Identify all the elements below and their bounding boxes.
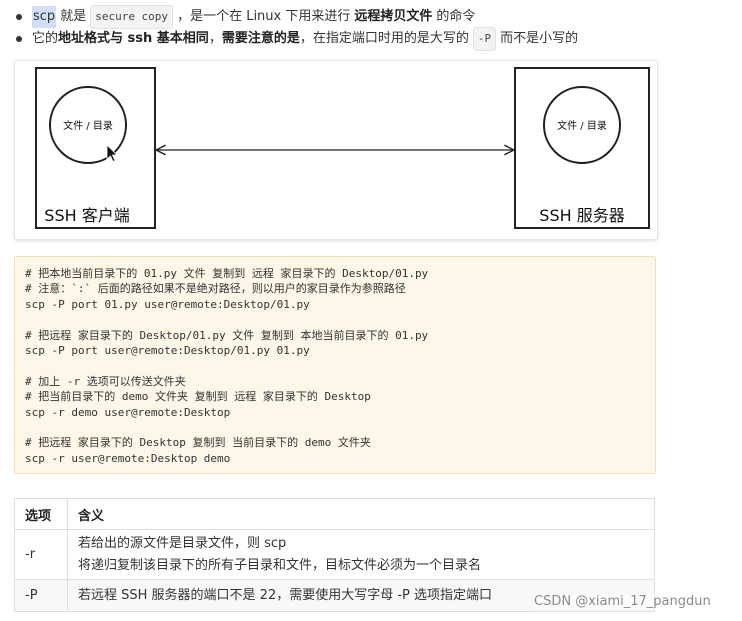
- bullet-bold: 远程拷贝文件: [354, 9, 433, 24]
- bullet-item-address-format: 它的 地址格式与 ssh 基本相同 ， 需要注意的是 ，在指定端口时用的是大写的…: [14, 27, 579, 51]
- code-line: # 加上 -r 选项可以传送文件夹: [25, 374, 186, 388]
- code-line: # 把远程 家目录下的 Desktop 复制到 当前目录下的 demo 文件夹: [25, 436, 371, 450]
- code-lines: # 把本地当前目录下的 01.py 文件 复制到 远程 家目录下的 Deskto…: [25, 266, 428, 466]
- code-line: # 把本地当前目录下的 01.py 文件 复制到 远程 家目录下的 Deskto…: [25, 267, 429, 280]
- bullet-text: 的命令: [436, 9, 476, 24]
- bullet-text: ，在指定端口时用的是大写的: [299, 31, 469, 46]
- code-line: # 把当前目录下的 demo 文件夹 复制到 远程 家目录下的 Desktop: [25, 390, 371, 404]
- bullet-text: ，: [208, 31, 222, 46]
- code-line: # 注意：`:` 后面的路径如果不是绝对路径，则以用户的家目录作为参照路径: [25, 282, 406, 296]
- csdn-watermark: CSDN @xiami_17_pangdun: [534, 594, 711, 609]
- inline-code: secure copy: [90, 5, 174, 29]
- diagram-svg: 文件 / 目录 SSH 客户端 文件 / 目录 SSH 服务器: [35, 67, 650, 229]
- bullet-item-scp: scp 就是 secure copy ，是一个在 Linux 下用来进行 远程拷…: [14, 5, 578, 29]
- table-header-row: 选项 含义: [14, 498, 655, 530]
- bullet-text: 就是: [60, 9, 87, 24]
- bullet-text: 而不是小写的: [500, 31, 579, 46]
- code-line: scp -P port user@remote:Desktop/01.py 01…: [25, 343, 310, 357]
- bullet-dot: [16, 14, 22, 20]
- bullet-text: 它的: [32, 31, 59, 46]
- bullet-text: ，是一个在 Linux 下用来进行: [177, 9, 351, 24]
- header-meaning: 含义: [67, 498, 655, 530]
- server-circle-label: 文件 / 目录: [557, 119, 607, 132]
- meaning-cell: 若给出的源文件是目录文件，则 scp 将递归复制该目录下的所有子目录和文件，目标…: [67, 529, 655, 580]
- option-cell: -P: [14, 579, 68, 612]
- header-option: 选项: [14, 498, 68, 530]
- code-line: scp -r demo user@remote:Desktop: [25, 405, 231, 419]
- meaning-line: 若给出的源文件是目录文件，则 scp: [78, 535, 287, 551]
- bullet-dot: [16, 36, 22, 42]
- meaning-line: 将递归复制该目录下的所有子目录和文件，目标文件必须为一个目录名: [78, 557, 482, 573]
- bullet-bold: 需要注意的是: [221, 31, 300, 46]
- bullet-list: scp 就是 secure copy ，是一个在 Linux 下用来进行 远程拷…: [14, 5, 579, 51]
- inline-code: -P: [472, 27, 497, 51]
- scp-diagram: 文件 / 目录 SSH 客户端 文件 / 目录 SSH 服务器: [14, 60, 658, 240]
- option-cell: -r: [14, 529, 68, 580]
- code-line: scp -r user@remote:Desktop demo: [25, 451, 231, 465]
- client-label: SSH 客户端: [44, 206, 129, 225]
- table-row: -r 若给出的源文件是目录文件，则 scp 将递归复制该目录下的所有子目录和文件…: [14, 529, 655, 580]
- code-block: # 把本地当前目录下的 01.py 文件 复制到 远程 家目录下的 Deskto…: [14, 256, 656, 474]
- bullet-bold: 地址格式与 ssh 基本相同: [58, 31, 209, 46]
- client-circle-label: 文件 / 目录: [63, 119, 113, 132]
- scp-term: scp: [32, 6, 57, 28]
- code-line: scp -P port 01.py user@remote:Desktop/01…: [25, 297, 310, 311]
- server-label: SSH 服务器: [539, 206, 624, 225]
- code-line: # 把远程 家目录下的 Desktop/01.py 文件 复制到 本地当前目录下…: [25, 328, 429, 342]
